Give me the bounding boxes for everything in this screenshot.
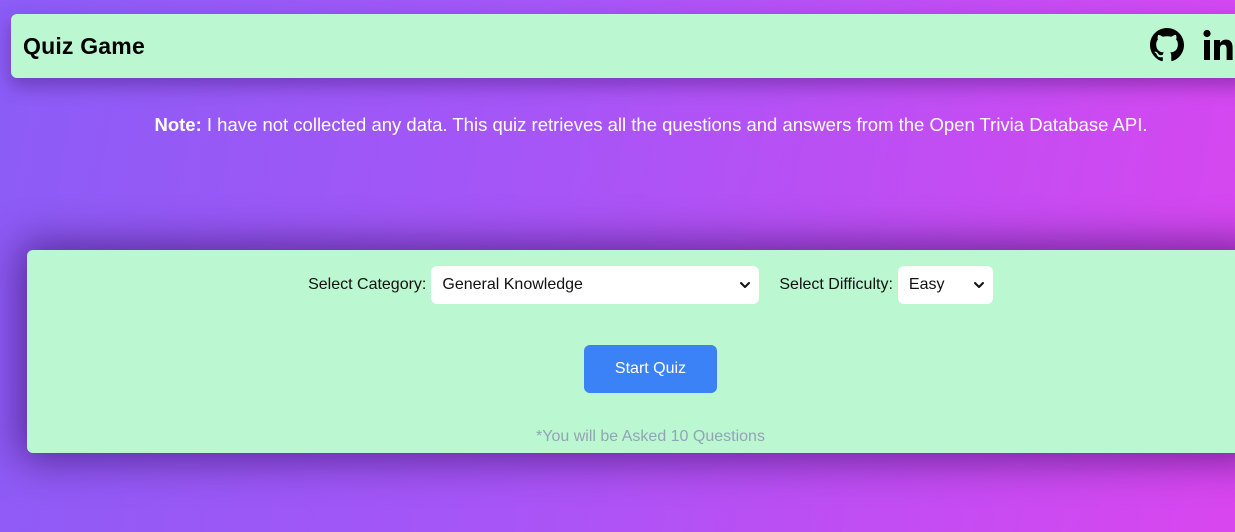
app-title: Quiz Game <box>23 32 145 59</box>
start-quiz-button[interactable]: Start Quiz <box>584 345 717 393</box>
category-value: General Knowledge <box>442 276 583 293</box>
chevron-down-icon <box>973 282 984 288</box>
privacy-note: Note: I have not collected any data. Thi… <box>0 114 1235 136</box>
difficulty-label: Select Difficulty: <box>779 276 893 293</box>
category-select[interactable]: General Knowledge <box>431 266 760 304</box>
quiz-setup-card: Select Category: General Knowledge Selec… <box>27 250 1235 453</box>
difficulty-select[interactable]: Easy <box>897 266 993 304</box>
social-links <box>1150 28 1235 62</box>
category-label: Select Category: <box>308 276 427 293</box>
chevron-down-icon <box>740 282 751 288</box>
note-label: Note: <box>154 114 202 135</box>
github-icon <box>1150 28 1184 62</box>
note-text: I have not collected any data. This quiz… <box>201 114 1148 135</box>
github-link[interactable] <box>1150 28 1184 62</box>
difficulty-value: Easy <box>908 276 945 293</box>
linkedin-link[interactable] <box>1202 28 1235 62</box>
quiz-options: Select Category: General Knowledge Selec… <box>27 266 1235 304</box>
header-bar: Quiz Game <box>11 14 1235 78</box>
linkedin-icon <box>1203 29 1233 60</box>
question-count-hint: *You will be Asked 10 Questions <box>536 428 765 445</box>
